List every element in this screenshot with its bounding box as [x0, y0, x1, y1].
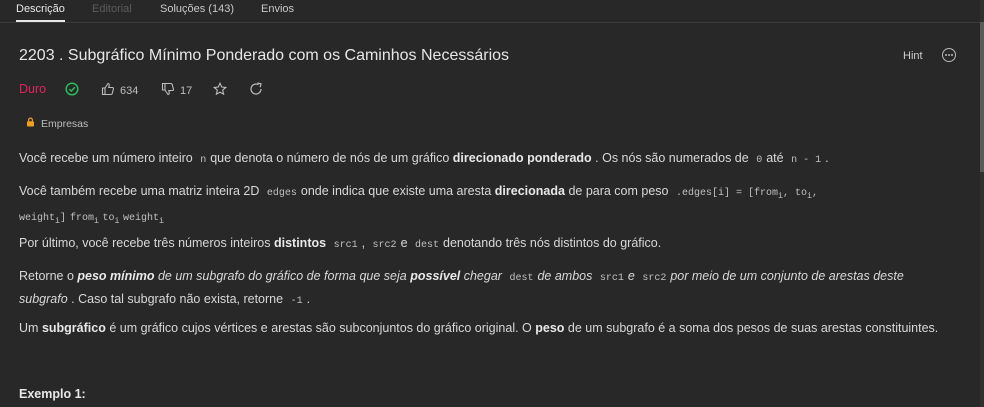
favorite-star-icon[interactable] [213, 82, 227, 96]
description-paragraph-2: Você também recebe uma matriz inteira 2D… [19, 184, 819, 226]
tab-editorial[interactable]: Editorial [92, 3, 132, 15]
companies-label: Empresas [41, 117, 89, 130]
description-paragraph-4: Retorne o peso mínimo de um subgrafo do … [19, 269, 904, 307]
tab-bar: Descrição Editorial Soluções (143) Envio… [0, 0, 980, 23]
companies-tag[interactable]: Empresas [26, 117, 88, 130]
share-icon[interactable] [249, 82, 263, 96]
lock-icon [26, 117, 35, 130]
thumbs-up-icon [101, 82, 115, 99]
thumbs-down-icon [161, 82, 175, 99]
scrollbar-thumb[interactable] [980, 22, 984, 172]
description-paragraph-3: Por último, você recebe três números int… [19, 236, 662, 251]
tab-description[interactable]: Descrição [16, 3, 65, 22]
dislike-button[interactable]: 17 [161, 82, 192, 99]
description-paragraph-5: Um subgráfico é um gráfico cujos vértice… [19, 321, 939, 335]
like-count: 634 [120, 84, 139, 97]
tab-submissions[interactable]: Envios [261, 3, 294, 15]
problem-title: 2203 . Subgráfico Mínimo Ponderado com o… [19, 47, 510, 64]
scrollbar[interactable] [980, 0, 984, 407]
hint-button[interactable]: Hint [903, 50, 923, 62]
example-heading: Exemplo 1: [19, 387, 86, 401]
like-button[interactable]: 634 [101, 82, 138, 99]
dislike-count: 17 [180, 84, 193, 97]
difficulty-badge: Duro [19, 82, 47, 96]
tab-solutions[interactable]: Soluções (143) [160, 3, 234, 15]
solved-check-icon [65, 82, 79, 96]
description-paragraph-1: Você recebe um número inteiro n que denot… [19, 151, 829, 166]
more-options-icon[interactable] [942, 48, 956, 62]
